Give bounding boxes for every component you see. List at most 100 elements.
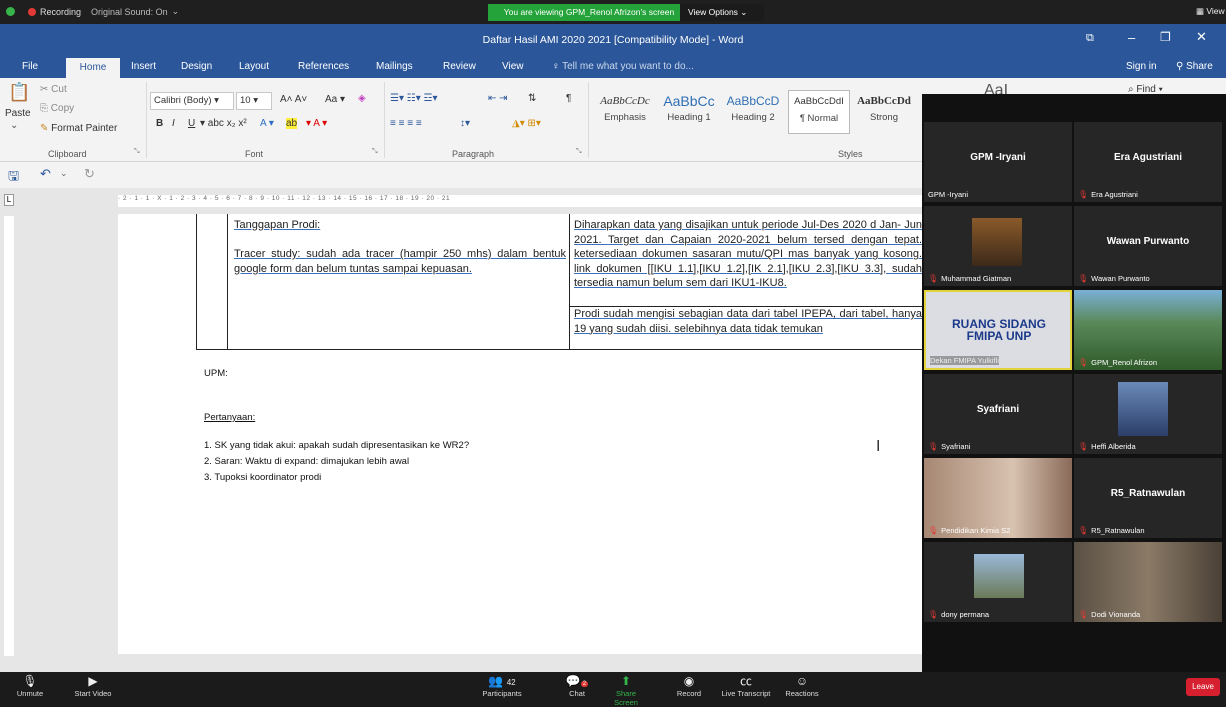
minimize-icon[interactable]: –: [1128, 30, 1135, 45]
change-case-icon[interactable]: Aa ▾: [325, 94, 345, 105]
participant-name: Dekan FMIPA Yulkifli: [930, 356, 999, 365]
redo-icon[interactable]: ↻: [84, 166, 95, 182]
sort-icon[interactable]: ⇅: [528, 93, 536, 104]
view-button[interactable]: ▦ View: [1196, 6, 1225, 17]
question-item: 3. Tupoksi koordinator prodi: [204, 472, 322, 483]
clipboard-launcher-icon[interactable]: ⤡: [134, 148, 140, 156]
live-transcript-label: Live Transcript: [721, 689, 771, 698]
tab-design[interactable]: Design: [181, 61, 212, 72]
save-icon[interactable]: 🖫: [8, 167, 19, 189]
participant-tile[interactable]: Era Agustriani 🎙 Era Agustriani: [1074, 122, 1222, 202]
participant-video: [974, 554, 1024, 598]
bold-icon[interactable]: B: [156, 118, 163, 129]
participant-name: 🎙 Pendidikan Kimia S2: [928, 526, 1011, 535]
live-transcript-button[interactable]: ㏄ Live Transcript: [718, 674, 774, 698]
reactions-button[interactable]: ☺ Reactions: [782, 674, 822, 698]
participant-tile[interactable]: 🎙 Heffi Alberida: [1074, 374, 1222, 454]
participant-tile[interactable]: GPM -Iryani GPM -Iryani: [924, 122, 1072, 202]
style-strong[interactable]: AaBbCcDd Strong: [852, 90, 916, 134]
recording-indicator[interactable]: Recording Original Sound: On ⌄: [28, 6, 179, 17]
tab-file[interactable]: File: [22, 61, 38, 72]
participant-tile[interactable]: R5_Ratnawulan 🎙 R5_Ratnawulan: [1074, 458, 1222, 538]
grow-font-icon[interactable]: A˄ A˅: [280, 94, 307, 105]
unmute-button[interactable]: 🎙 Unmute: [10, 674, 50, 698]
style-normal[interactable]: AaBbCcDdI ¶ Normal: [788, 90, 850, 134]
participant-name: 🎙 Muhammad Giatman: [928, 274, 1012, 283]
tab-mailings[interactable]: Mailings: [376, 61, 413, 72]
group-divider: [146, 82, 147, 158]
restore-icon[interactable]: ❐: [1160, 30, 1171, 44]
strikethrough-icon[interactable]: ▾ abc x₂ x²: [200, 118, 247, 129]
undo-icon[interactable]: ↶: [40, 166, 51, 182]
ribbon-display-options-icon[interactable]: ⧉: [1086, 32, 1094, 45]
underline-icon[interactable]: U: [188, 118, 195, 129]
status-strip: [0, 662, 922, 672]
font-name-select[interactable]: Calibri (Body) ▾: [150, 92, 234, 110]
table-column-line: [227, 214, 228, 350]
format-painter-button[interactable]: ✎ Format Painter: [40, 123, 117, 134]
participant-name: 🎙 Era Agustriani: [1078, 190, 1138, 199]
document-title: Daftar Hasil AMI 2020 2021 [Compatibilit…: [482, 34, 744, 46]
record-label: Record: [676, 689, 702, 698]
chat-button[interactable]: 💬 2 Chat: [562, 674, 592, 698]
style-emphasis[interactable]: AaBbCcDc Emphasis: [592, 90, 658, 134]
align-icons[interactable]: ≡ ≡ ≡ ≡: [390, 118, 422, 129]
participant-tile[interactable]: Syafriani 🎙 Syafriani: [924, 374, 1072, 454]
text-effects-icon[interactable]: A ▾: [260, 118, 274, 129]
chevron-down-icon[interactable]: ⌄: [10, 120, 18, 131]
paragraph-launcher-icon[interactable]: ⤡: [576, 148, 582, 156]
bullets-icon[interactable]: ☰▾ ☷▾ ☲▾: [390, 93, 438, 104]
participant-display-name: GPM -Iryani: [970, 152, 1026, 163]
tab-references[interactable]: References: [298, 61, 349, 72]
chevron-down-icon[interactable]: ⌄: [60, 168, 68, 179]
share-screen-button[interactable]: ⬆ Share Screen: [606, 674, 646, 707]
tab-home[interactable]: Home: [66, 58, 120, 78]
cut-button[interactable]: ✂ Cut: [40, 84, 67, 95]
shading-icon[interactable]: ◮▾ ⊞▾: [512, 118, 541, 129]
record-button[interactable]: ◉ Record: [672, 674, 706, 698]
participant-tile[interactable]: 🎙 GPM_Renol Afrizon: [1074, 290, 1222, 370]
font-color-icon[interactable]: ▾ A ▾: [306, 118, 327, 129]
copy-label: Copy: [50, 103, 75, 114]
participant-video: [1118, 382, 1168, 436]
participant-display-name: R5_Ratnawulan: [1110, 488, 1186, 499]
style-heading-2-label: Heading 2: [731, 112, 775, 123]
original-sound-toggle[interactable]: Original Sound: On: [91, 7, 168, 17]
style-heading-1[interactable]: AaBbCc Heading 1: [660, 90, 718, 134]
leave-button[interactable]: Leave: [1186, 678, 1220, 696]
participant-tile-active-speaker[interactable]: RUANG SIDANG FMIPA UNP Dekan FMIPA Yulki…: [924, 290, 1072, 370]
highlight-icon[interactable]: ab: [286, 118, 298, 129]
line-spacing-icon[interactable]: ↕▾: [460, 118, 470, 129]
pilcrow-icon[interactable]: ¶: [566, 93, 571, 104]
tab-review[interactable]: Review: [443, 61, 476, 72]
tab-layout[interactable]: Layout: [239, 61, 269, 72]
tab-insert[interactable]: Insert: [131, 61, 156, 72]
share-screen-icon: ⬆: [620, 674, 632, 688]
clear-formatting-icon[interactable]: ◈: [358, 93, 366, 104]
style-heading-2[interactable]: AaBbCcD Heading 2: [722, 90, 784, 134]
share-label: Share: [1186, 61, 1213, 72]
sign-in-link[interactable]: Sign in: [1126, 61, 1157, 72]
start-video-label: Start Video: [74, 689, 112, 698]
participant-tile[interactable]: 🎙 Dodi Vionanda: [1074, 542, 1222, 622]
participant-tile[interactable]: 🎙 dony permana: [924, 542, 1072, 622]
participant-tile[interactable]: 🎙 Pendidikan Kimia S2: [924, 458, 1072, 538]
font-size-select[interactable]: 10 ▾: [236, 92, 272, 110]
italic-icon[interactable]: I: [172, 118, 175, 129]
participant-tile[interactable]: Wawan Purwanto 🎙 Wawan Purwanto: [1074, 206, 1222, 286]
vertical-ruler[interactable]: [0, 214, 16, 662]
view-options-button[interactable]: View Options ⌄: [680, 4, 764, 21]
horizontal-ruler[interactable]: L · 2 · 1 · 1 · X · 1 · 2 · 3 · 4 · 5 · …: [0, 188, 922, 214]
copy-button[interactable]: ⎘ Copy: [40, 103, 74, 114]
font-launcher-icon[interactable]: ⤡: [372, 148, 378, 156]
close-icon[interactable]: ✕: [1196, 29, 1207, 45]
start-video-button[interactable]: ▶ Start Video: [70, 674, 116, 698]
participant-tile[interactable]: 🎙 Muhammad Giatman: [924, 206, 1072, 286]
tell-me-box[interactable]: ♀ Tell me what you want to do...: [552, 61, 694, 72]
participants-button[interactable]: 👥 42 Participants: [472, 674, 532, 698]
tab-selector-icon[interactable]: L: [4, 194, 14, 206]
indent-icon[interactable]: ⇤ ⇥: [488, 93, 508, 104]
share-button[interactable]: ⚲ Share: [1176, 61, 1213, 72]
paste-button[interactable]: Paste: [5, 108, 31, 119]
tab-view[interactable]: View: [502, 61, 524, 72]
